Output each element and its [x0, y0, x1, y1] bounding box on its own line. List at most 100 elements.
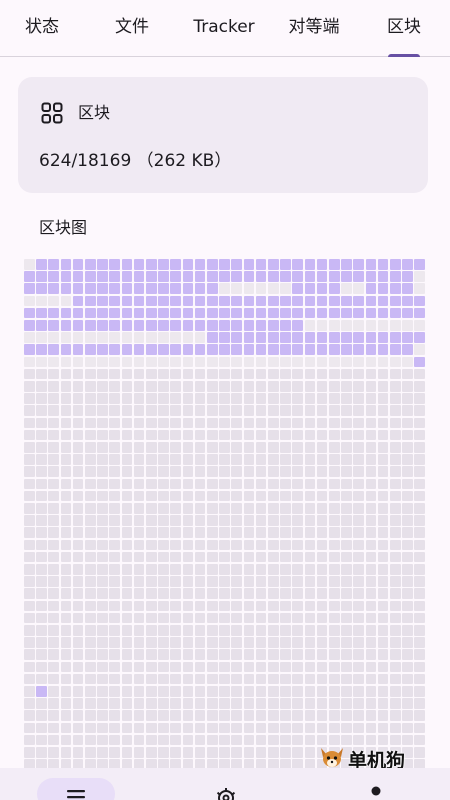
piece-cell-missing [255, 490, 267, 502]
piece-cell-downloaded [316, 344, 328, 355]
piece-cell-missing [353, 393, 364, 404]
piece-cell-missing [194, 490, 206, 502]
piece-cell-missing [316, 710, 328, 721]
piece-cell-missing [24, 649, 35, 660]
piece-cell-downloaded [60, 271, 72, 282]
piece-cell-downloaded [170, 295, 181, 307]
piece-cell-missing [109, 368, 120, 380]
piece-cell-downloaded [170, 271, 181, 282]
card-title: 区块 [78, 103, 111, 122]
piece-cell-missing [268, 734, 279, 746]
piece-cell-missing [219, 588, 230, 599]
piece-cell-downloaded [48, 344, 59, 355]
piece-cell-missing [329, 490, 340, 502]
piece-cell-missing [48, 698, 59, 709]
piece-cell-missing [377, 576, 389, 587]
piece-cell-missing [353, 490, 364, 502]
piece-cell-missing [329, 405, 340, 416]
piece-cell-missing [341, 381, 352, 392]
piece-cell-missing [60, 368, 72, 380]
piece-cell-downloaded [207, 283, 218, 294]
piece-cell-downloaded [377, 271, 389, 282]
piece-cell-missing [207, 722, 218, 734]
piece-cell-downloaded [36, 271, 47, 282]
piece-cell-missing [414, 527, 425, 538]
piece-cell-missing [207, 478, 218, 490]
piece-cell-missing [24, 722, 35, 734]
piece-cell-missing [304, 625, 316, 636]
piece-cell-missing [231, 588, 242, 599]
piece-cell-missing [243, 368, 255, 380]
piece-cell-missing [414, 478, 425, 490]
tab-status[interactable]: 状态 [8, 0, 76, 56]
piece-cell-downloaded [390, 344, 401, 355]
piece-cell-missing [48, 405, 59, 416]
gear-icon[interactable] [214, 786, 238, 800]
piece-cell-missing [72, 710, 84, 721]
piece-cell-missing [329, 588, 340, 599]
piece-cell-missing [24, 466, 35, 477]
piece-cell-missing [316, 649, 328, 660]
piece-cell-missing [231, 686, 242, 697]
piece-cell-missing [292, 515, 303, 526]
tab-tracker[interactable]: Tracker [184, 0, 264, 56]
piece-cell-missing [219, 393, 230, 404]
grid-icon [41, 102, 63, 124]
piece-cell-missing [243, 612, 255, 624]
piece-cell-downloaded [414, 307, 425, 319]
piece-cell-missing [255, 625, 267, 636]
piece-cell-missing [268, 539, 279, 551]
piece-cell-missing [109, 466, 120, 477]
piece-cell-missing [231, 527, 242, 538]
tab-pieces[interactable]: 区块 [372, 0, 436, 56]
piece-cell-downloaded [402, 295, 413, 307]
piece-cell-missing [121, 686, 133, 697]
piece-cell-missing [414, 698, 425, 709]
piece-cell-missing [97, 417, 108, 429]
piece-cell-missing [255, 527, 267, 538]
piece-cell-missing [377, 551, 389, 563]
piece-cell-downloaded [219, 295, 230, 307]
piece-cell-missing [255, 588, 267, 599]
piece-cell-missing [72, 466, 84, 477]
piece-cell-downloaded [219, 271, 230, 282]
piece-cell-missing [304, 649, 316, 660]
piece-cell-downloaded [219, 307, 230, 319]
piece-cell-downloaded [268, 271, 279, 282]
piece-cell-missing [390, 429, 401, 441]
piece-cell-missing [316, 393, 328, 404]
piece-cell-downloaded [316, 332, 328, 343]
tab-peers[interactable]: 对等端 [278, 0, 350, 56]
piece-cell-missing [121, 381, 133, 392]
piece-cell-downloaded [146, 295, 157, 307]
piece-cell-missing [146, 661, 157, 673]
piece-cell-missing [292, 649, 303, 660]
piece-cell-missing [353, 551, 364, 563]
list-icon[interactable] [64, 786, 88, 800]
piece-cell-missing [329, 637, 340, 648]
piece-cell-missing [365, 478, 377, 490]
piece-cell-downloaded [72, 259, 84, 270]
person-icon[interactable] [364, 784, 388, 800]
piece-cell-missing [146, 637, 157, 648]
tab-files[interactable]: 文件 [98, 0, 166, 56]
piece-cell-missing [36, 442, 47, 453]
piece-cell-missing [219, 515, 230, 526]
piece-cell-missing [219, 381, 230, 392]
piece-cell-missing [24, 515, 35, 526]
piece-cell-downloaded [97, 259, 108, 270]
piece-cell-missing [390, 722, 401, 734]
piece-cell-missing [280, 466, 291, 477]
piece-cell-missing [414, 344, 425, 355]
piece-cell-missing [280, 283, 291, 294]
piece-cell-missing [158, 698, 169, 709]
piece-cell-missing [255, 515, 267, 526]
tab-bar: 状态 文件 Tracker 对等端 区块 [0, 0, 450, 57]
piece-cell-missing [402, 442, 413, 453]
piece-cell-missing [219, 417, 230, 429]
piece-cell-missing [60, 417, 72, 429]
piece-cell-downloaded [121, 344, 133, 355]
piece-cell-missing [414, 649, 425, 660]
piece-cell-missing [414, 490, 425, 502]
piece-cell-missing [36, 698, 47, 709]
